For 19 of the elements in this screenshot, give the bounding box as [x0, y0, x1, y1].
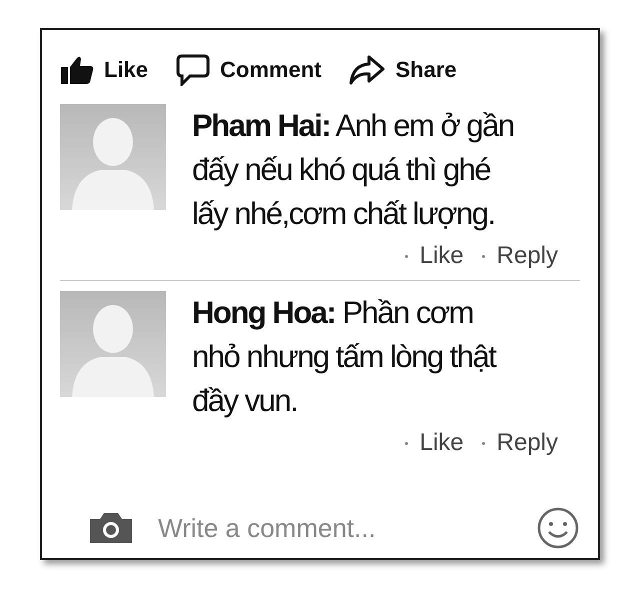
share-arrow-icon: [349, 55, 386, 85]
separator-dot: [404, 442, 408, 444]
like-link[interactable]: Like: [420, 429, 464, 457]
separator-dot: [482, 442, 485, 444]
like-link[interactable]: Like: [420, 242, 464, 270]
smiley-icon[interactable]: [536, 506, 580, 550]
action-button[interactable]: Comment: [176, 54, 322, 86]
separator-dot: [482, 254, 485, 258]
speech-bubble-icon: [176, 54, 210, 86]
camera-icon[interactable]: [88, 511, 134, 545]
thumbs-up-icon: [60, 55, 94, 85]
comment-text: Pham Hai: Anh em ở gần đấy nếu khó quá thì ghé lấy nhé,cơm chất lượng.: [192, 107, 515, 233]
reply-link[interactable]: Reply: [496, 429, 558, 457]
comment-input[interactable]: Write a comment...: [156, 512, 514, 544]
separator-dot: [404, 254, 408, 258]
action-button[interactable]: Like: [60, 55, 148, 85]
reply-link[interactable]: Reply: [496, 242, 558, 270]
comment-text: Hong Hoa: Phần cơm nhỏ nhưng tấm lòng thật đầy vun.: [192, 294, 497, 420]
action-button[interactable]: Share: [349, 55, 457, 85]
